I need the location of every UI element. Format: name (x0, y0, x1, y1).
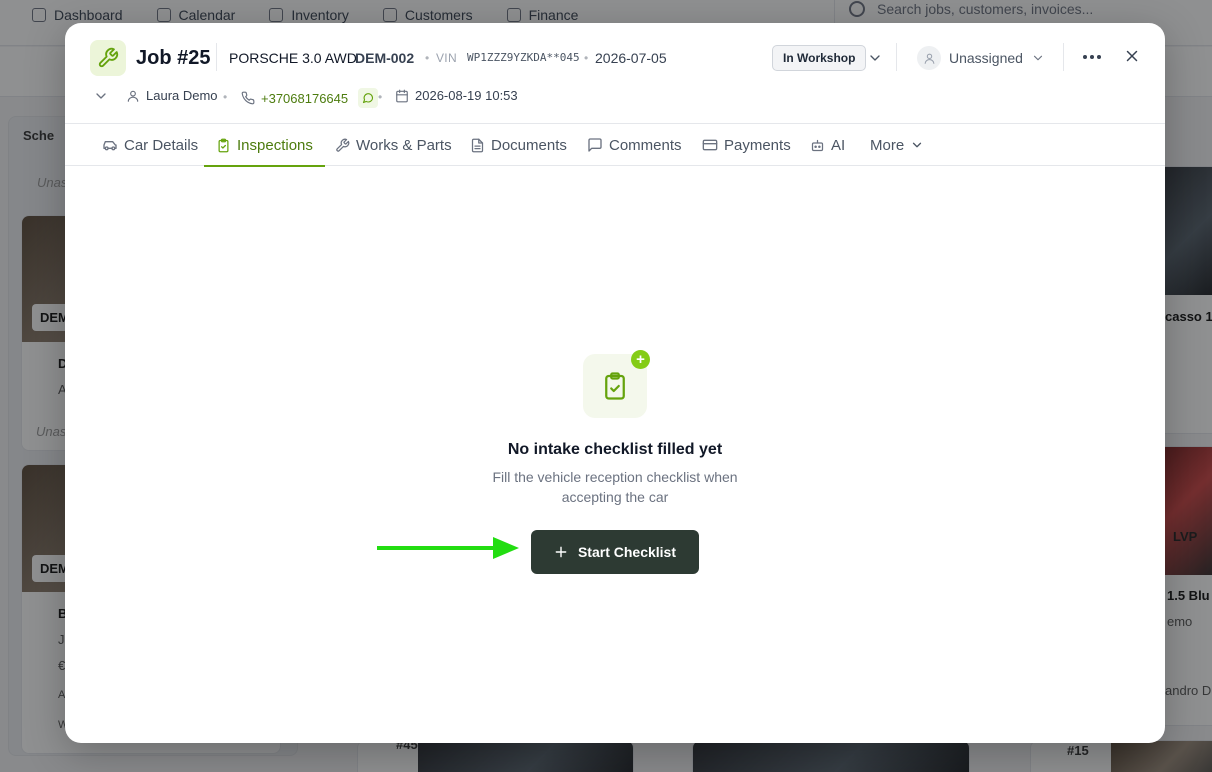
job-header: Job #25 PORSCHE 3.0 AWD DEM-002 • VIN WP… (65, 23, 1165, 124)
divider (216, 43, 217, 71)
whatsapp-icon[interactable] (358, 88, 379, 108)
vin-value: WP1ZZZ9YZKDA**045 (467, 51, 580, 64)
license-plate: DEM-002 (355, 50, 415, 66)
user-icon (917, 46, 941, 70)
chevron-down-icon (913, 142, 922, 148)
separator-dot: • (378, 90, 383, 104)
phone-icon (241, 91, 255, 105)
chevron-down-icon[interactable] (867, 50, 883, 66)
wrench-icon (90, 40, 126, 76)
credit-card-icon (702, 139, 718, 151)
user-icon (127, 90, 139, 102)
calendar-icon (396, 89, 408, 102)
comment-icon (588, 138, 602, 152)
tab-car-details[interactable]: Car Details (102, 124, 198, 166)
clipboard-check-icon (218, 138, 229, 152)
divider (896, 43, 897, 71)
tab-ai[interactable]: AI (810, 124, 845, 166)
empty-state-description: Fill the vehicle reception checklist whe… (492, 469, 738, 505)
wrench-icon (336, 138, 350, 152)
tab-works-parts[interactable]: Works & Parts (335, 124, 452, 166)
chevron-down-icon (1033, 55, 1043, 61)
more-options-icon[interactable] (1081, 47, 1103, 67)
arrow-pointer-icon (377, 537, 519, 559)
car-model: PORSCHE 3.0 AWD (229, 50, 357, 66)
plus-badge-icon: + (631, 350, 650, 369)
separator-dot: • (584, 51, 589, 65)
divider (1063, 43, 1064, 71)
customer-name[interactable]: Laura Demo (126, 88, 218, 103)
tab-payments[interactable]: Payments (702, 124, 791, 166)
start-checklist-button[interactable]: Start Checklist (531, 530, 699, 574)
tab-comments[interactable]: Comments (587, 124, 682, 166)
tab-inspections[interactable]: Inspections (204, 124, 325, 167)
assignee-selector[interactable]: Unassigned (917, 46, 1045, 70)
tab-documents[interactable]: Documents (470, 124, 567, 166)
assignee-name: Unassigned (949, 50, 1023, 66)
plus-icon (555, 546, 567, 558)
job-tabs: Car Details Inspections Works & Parts Do… (65, 124, 1165, 167)
customer-phone[interactable]: +37068176645 (241, 88, 379, 108)
empty-state-title: No intake checklist filled yet (507, 441, 723, 458)
document-icon (471, 138, 484, 152)
vin-label: VIN (436, 51, 457, 65)
created-date: 2026-08-19 10:53 (395, 88, 518, 103)
separator-dot: • (223, 90, 228, 104)
separator-dot: • (425, 51, 430, 65)
job-date: 2026-07-05 (595, 50, 667, 66)
tab-more[interactable]: More (870, 124, 924, 166)
car-icon (103, 141, 117, 151)
job-title: Job #25 (136, 47, 211, 69)
job-modal: Job #25 PORSCHE 3.0 AWD DEM-002 • VIN WP… (65, 23, 1165, 743)
expand-details-icon[interactable] (93, 88, 109, 104)
robot-icon (811, 139, 824, 151)
status-badge[interactable]: In Workshop (772, 45, 867, 71)
close-icon[interactable] (1123, 47, 1141, 65)
